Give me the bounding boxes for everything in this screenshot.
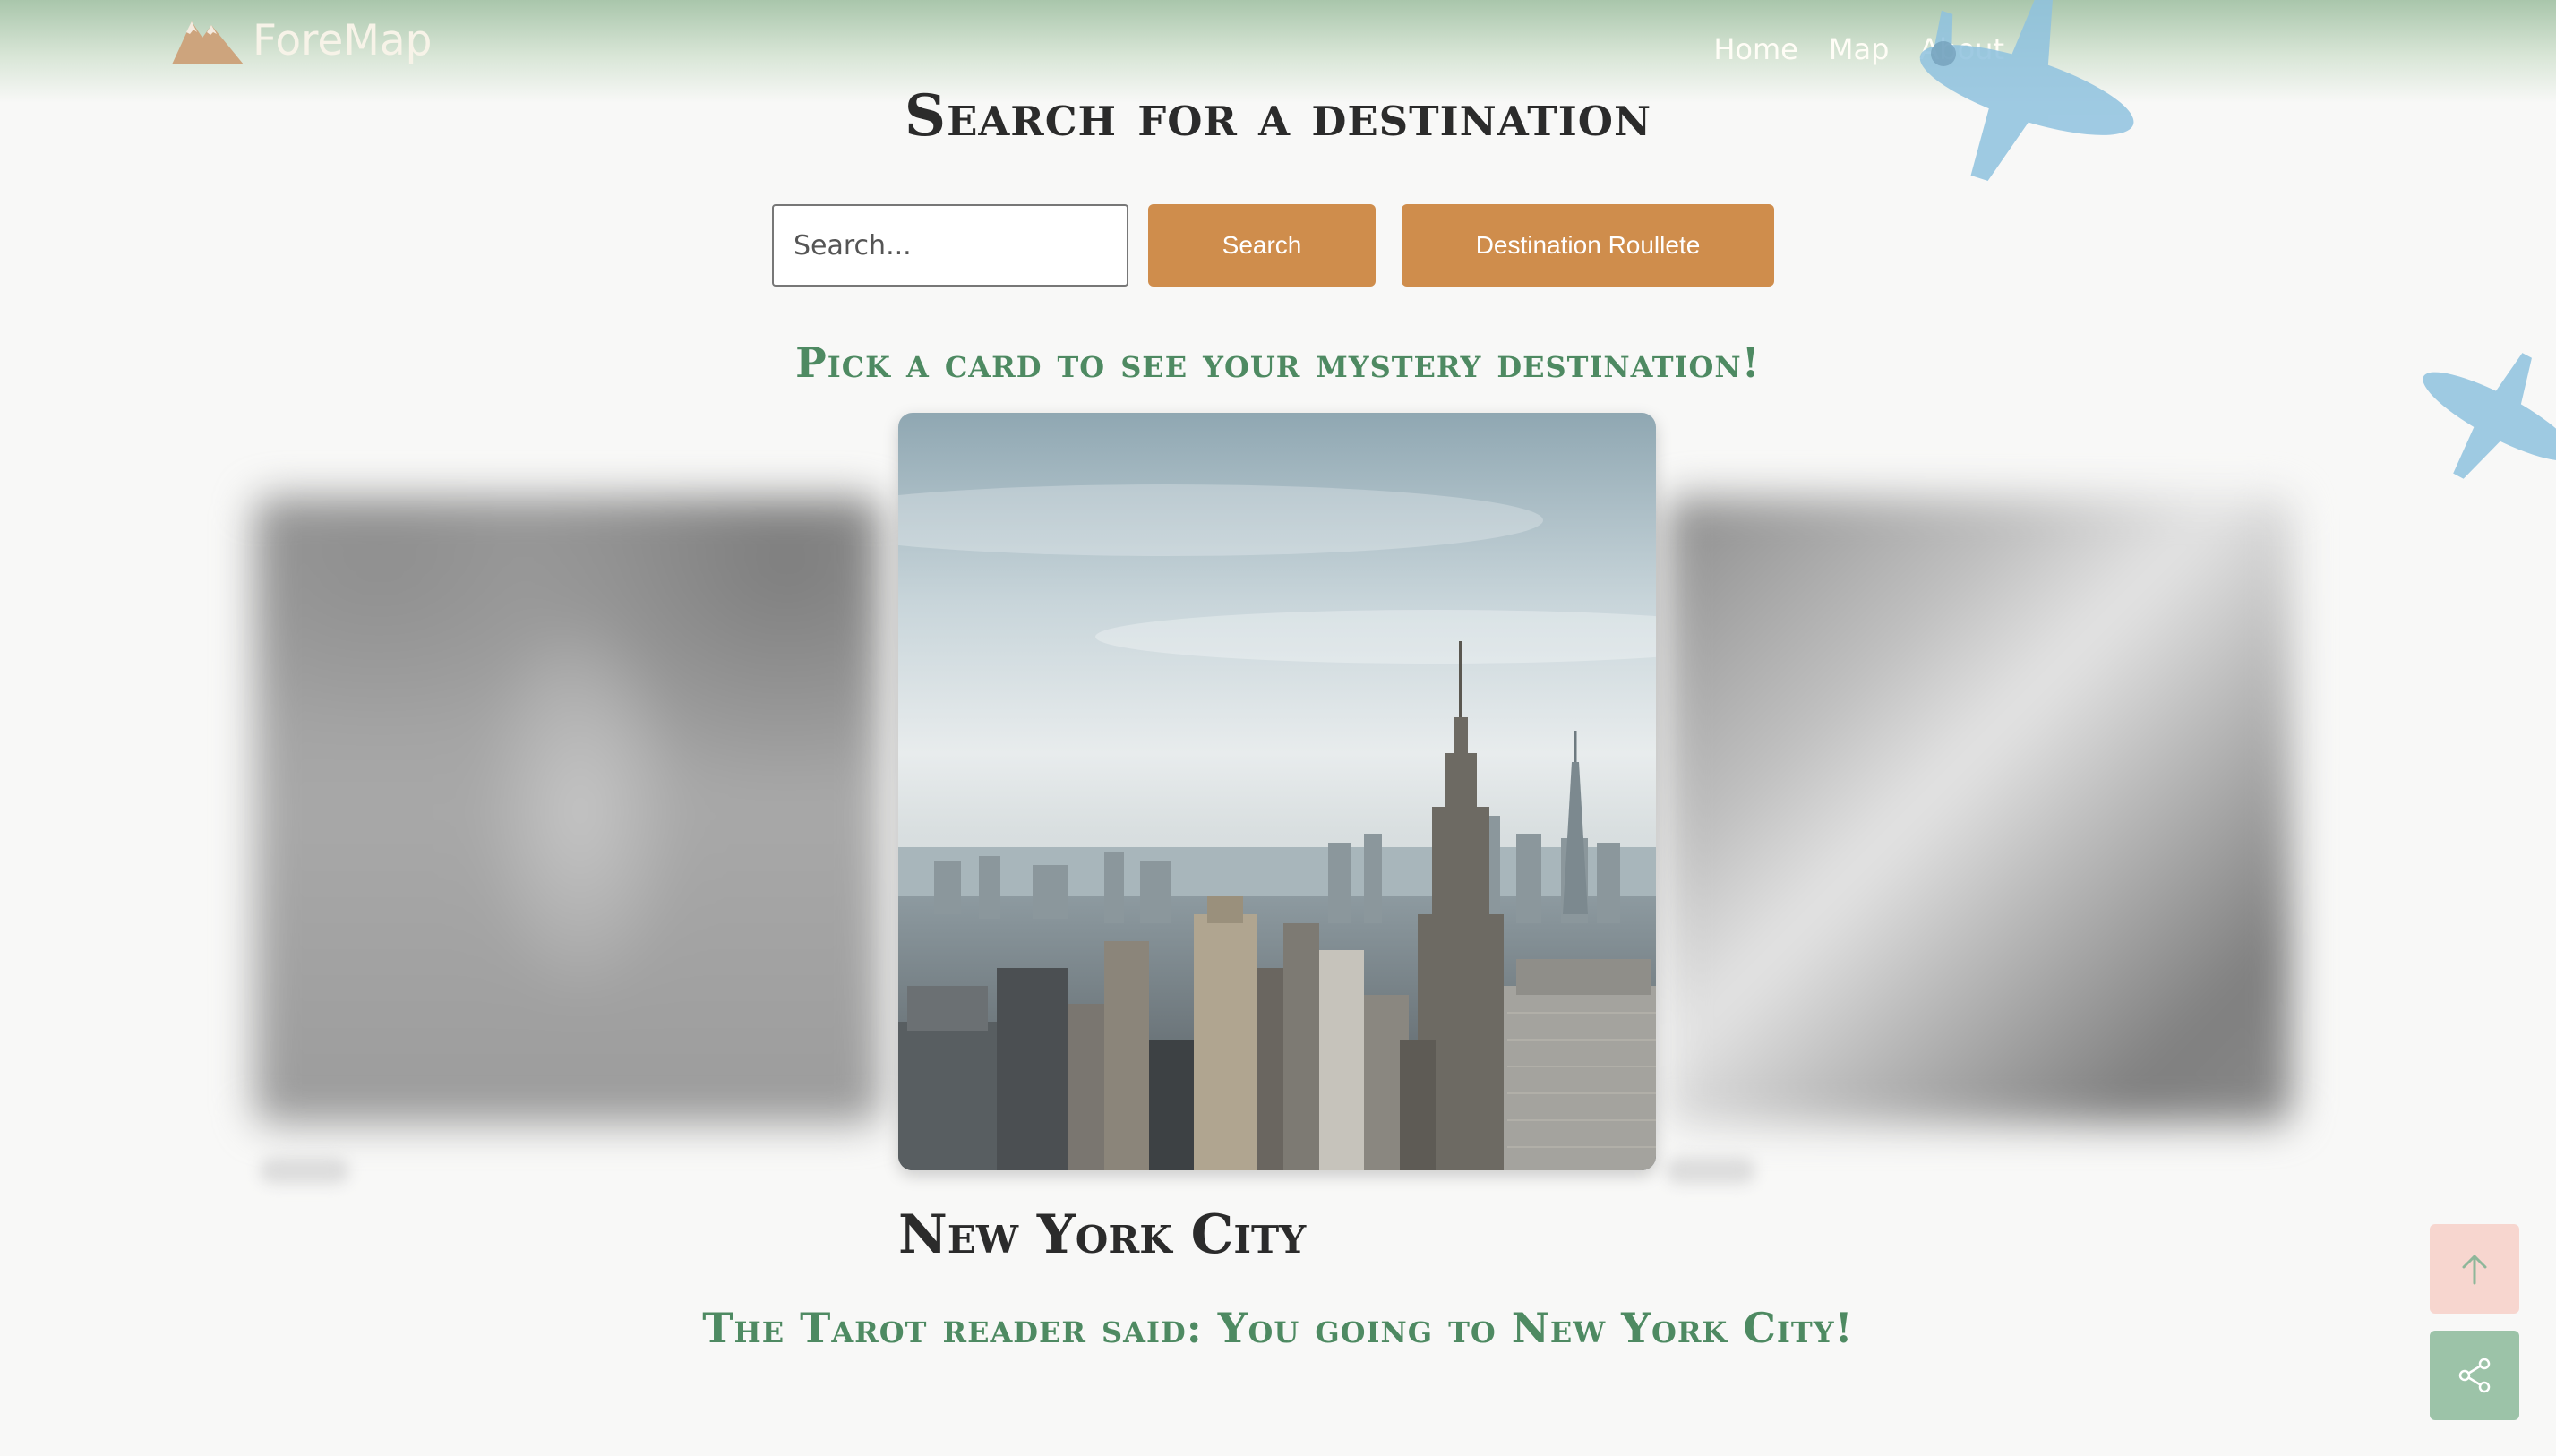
tarot-message: The Tarot reader said: You going to New … bbox=[702, 1304, 1854, 1352]
brand-name: ForeMap bbox=[253, 15, 433, 65]
city-skyline-image bbox=[898, 413, 1656, 1170]
pick-card-prompt: Pick a card to see your mystery destinat… bbox=[795, 338, 1761, 387]
mystery-card-left-label bbox=[260, 1157, 349, 1184]
mountain-icon bbox=[172, 21, 244, 64]
mystery-card-right-label bbox=[1666, 1157, 1755, 1184]
destination-city-name: New York City bbox=[898, 1203, 1307, 1266]
nav-map-link[interactable]: Map bbox=[1829, 32, 1890, 66]
search-input[interactable] bbox=[772, 204, 1128, 287]
page-title: Search for a destination bbox=[904, 82, 1652, 150]
nav-home-link[interactable]: Home bbox=[1713, 32, 1798, 66]
arrow-up-icon bbox=[2462, 1255, 2487, 1285]
share-button[interactable] bbox=[2430, 1331, 2519, 1420]
brand-logo[interactable]: ForeMap bbox=[172, 13, 433, 68]
share-icon bbox=[2458, 1358, 2491, 1393]
mystery-card-right[interactable] bbox=[1666, 497, 2293, 1124]
destination-roulette-button[interactable]: Destination Roullete bbox=[1402, 204, 1774, 287]
revealed-destination-card[interactable] bbox=[898, 413, 1656, 1170]
mystery-card-left[interactable] bbox=[254, 497, 881, 1124]
scroll-to-top-button[interactable] bbox=[2430, 1224, 2519, 1314]
search-button[interactable]: Search bbox=[1148, 204, 1376, 287]
